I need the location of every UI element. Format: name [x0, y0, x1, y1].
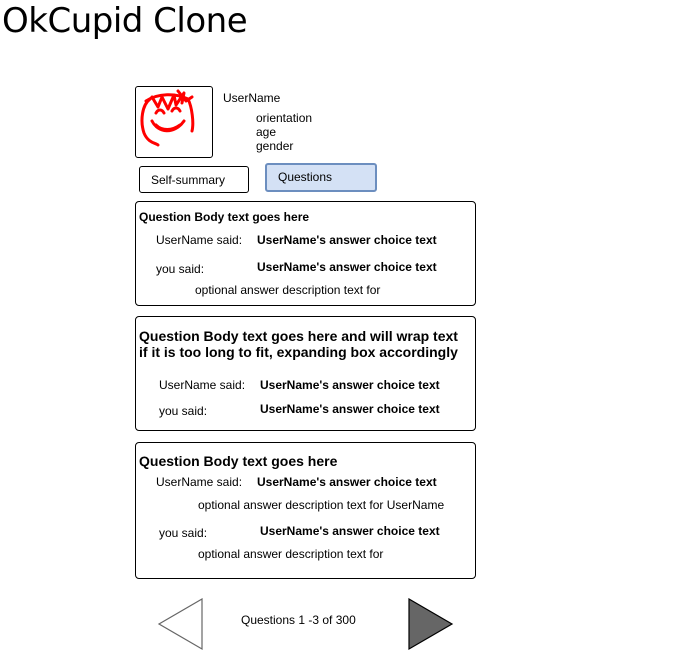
- tab-questions[interactable]: Questions: [265, 163, 377, 192]
- question-body: Question Body text goes here: [139, 453, 338, 469]
- their-answer-label: UserName said:: [159, 378, 246, 392]
- prev-page-button[interactable]: [157, 597, 204, 651]
- profile-orientation: orientation: [256, 111, 313, 125]
- app-title: OkCupid Clone: [2, 1, 248, 41]
- next-page-button[interactable]: [407, 597, 454, 651]
- triangle-right-filled-icon: [408, 597, 454, 651]
- their-answer-description: optional answer description text for Use…: [198, 498, 445, 512]
- your-answer-label: you said:: [159, 404, 208, 418]
- triangle-left-outline-icon: [157, 597, 203, 651]
- their-answer-text: UserName's answer choice text: [257, 233, 437, 247]
- question-card: Question Body text goes here and will wr…: [135, 316, 476, 431]
- question-body: Question Body text goes here and will wr…: [139, 328, 458, 360]
- your-answer-label: you said:: [159, 526, 208, 540]
- question-card: Question Body text goes here UserName sa…: [135, 442, 476, 579]
- their-answer-label: UserName said:: [156, 233, 243, 247]
- their-answer-label: UserName said:: [156, 475, 243, 489]
- your-answer-text: UserName's answer choice text: [257, 260, 437, 274]
- profile-username: UserName: [223, 91, 281, 105]
- tab-self-summary[interactable]: Self-summary: [139, 166, 249, 193]
- profile-age: age: [256, 125, 277, 139]
- their-answer-text: UserName's answer choice text: [260, 378, 440, 392]
- your-answer-label: you said:: [156, 262, 205, 276]
- your-answer-description: optional answer description text for: [198, 547, 384, 561]
- avatar: [135, 86, 213, 158]
- your-answer-text: UserName's answer choice text: [260, 524, 440, 538]
- avatar-sketch-icon: [140, 89, 195, 147]
- your-answer-text: UserName's answer choice text: [260, 402, 440, 416]
- profile-gender: gender: [256, 139, 294, 153]
- pagination-label: Questions 1 -3 of 300: [241, 613, 356, 627]
- question-card: Question Body text goes here UserName sa…: [135, 201, 476, 306]
- question-body: Question Body text goes here: [139, 210, 310, 224]
- their-answer-text: UserName's answer choice text: [257, 475, 437, 489]
- your-answer-description: optional answer description text for: [195, 283, 381, 297]
